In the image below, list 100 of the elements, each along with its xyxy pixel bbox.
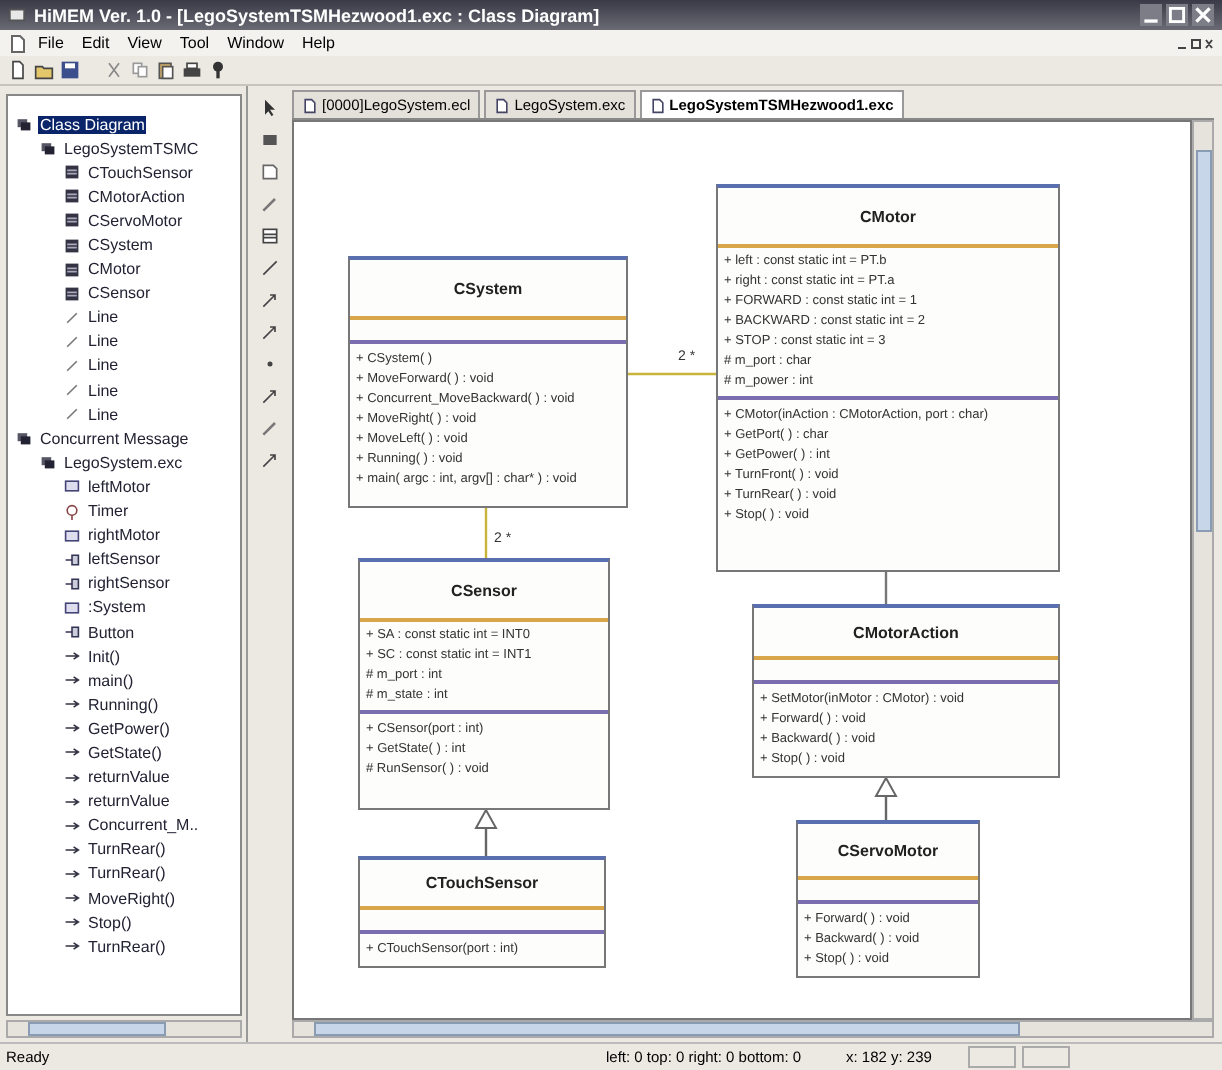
tree-item[interactable]: returnValue	[86, 792, 172, 811]
tree-item[interactable]: LegoSystemTSMC	[62, 139, 201, 158]
document-icon	[649, 97, 666, 113]
open-icon[interactable]	[34, 60, 54, 80]
rectangle-icon[interactable]	[260, 130, 280, 150]
tree-item[interactable]: rightSensor	[86, 574, 172, 593]
tree-item[interactable]: CServoMotor	[86, 211, 185, 230]
tree-item[interactable]: Line	[86, 381, 121, 400]
horizontal-scrollbar[interactable]	[292, 1020, 1214, 1038]
arrow-icon[interactable]	[260, 386, 280, 406]
tree-item[interactable]: LegoSystem.exc	[62, 453, 185, 472]
tree-item[interactable]: Line	[86, 308, 121, 327]
tree-item[interactable]: GetPower()	[86, 719, 172, 738]
menu-item[interactable]: Edit	[81, 34, 110, 52]
sensor-icon	[64, 551, 80, 568]
class-box[interactable]	[716, 184, 1060, 572]
line-icon	[64, 382, 80, 399]
tree-item[interactable]: leftSensor	[86, 550, 163, 569]
message-arrow-icon	[64, 720, 80, 737]
menu-item[interactable]: Help	[302, 34, 335, 52]
paste-icon[interactable]	[156, 60, 176, 80]
close-icon[interactable]	[1192, 4, 1214, 26]
tree-item[interactable]: CTouchSensor	[86, 163, 195, 182]
message-arrow-icon	[64, 648, 80, 665]
tree-item[interactable]: CMotorAction	[86, 187, 187, 206]
line-icon	[64, 357, 80, 374]
class-icon	[64, 164, 80, 181]
class-icon	[64, 212, 80, 229]
arrow-icon[interactable]	[260, 322, 280, 342]
message-arrow-icon	[64, 817, 80, 834]
tree-item[interactable]: Concurrent Message	[38, 429, 191, 448]
tree-item[interactable]: TurnRear()	[86, 840, 168, 859]
tree-item[interactable]: Line	[86, 332, 121, 351]
tree-item[interactable]: CSystem	[86, 236, 155, 255]
menu-item[interactable]: Window	[227, 34, 285, 52]
note-icon[interactable]	[260, 162, 280, 182]
tree-item[interactable]: returnValue	[86, 768, 172, 787]
vertical-scrollbar[interactable]	[1192, 120, 1214, 1020]
tree-item[interactable]: Button	[86, 623, 137, 642]
connector-line	[884, 572, 888, 604]
tree-item[interactable]: :System	[86, 598, 148, 617]
cut-icon[interactable]	[104, 60, 124, 80]
sensor-icon	[64, 575, 80, 592]
object-icon	[64, 478, 80, 495]
print-icon[interactable]	[182, 60, 202, 80]
tree-item[interactable]: Line	[86, 356, 121, 375]
maximize-icon[interactable]	[1166, 4, 1188, 26]
pen-icon[interactable]	[260, 418, 280, 438]
menu-item[interactable]: File	[38, 34, 64, 52]
tree-item[interactable]: main()	[86, 671, 136, 690]
association-line	[484, 508, 488, 558]
timer-icon	[64, 503, 80, 520]
message-arrow-icon	[64, 914, 80, 931]
pointer-icon[interactable]	[260, 98, 280, 118]
tree-item[interactable]: leftMotor	[86, 477, 153, 496]
message-arrow-icon	[64, 744, 80, 761]
message-arrow-icon	[64, 769, 80, 786]
tree-item[interactable]: Init()	[86, 647, 122, 666]
class-icon[interactable]	[260, 226, 280, 246]
document-icon	[302, 97, 318, 113]
inheritance-arrow	[874, 775, 898, 820]
class-icon	[64, 188, 80, 205]
window-controls-icon[interactable]	[1174, 33, 1214, 53]
message-arrow-icon	[64, 841, 80, 858]
message-arrow-icon	[64, 890, 80, 907]
arrow-icon[interactable]	[260, 450, 280, 470]
tree-item[interactable]: TurnRear()	[86, 937, 168, 956]
line-icon[interactable]	[260, 258, 280, 278]
window-title: HiMEM Ver. 1.0 - [LegoSystemTSMHezwood1.exc : Class Diagram]	[34, 5, 600, 25]
status-panel	[1022, 1046, 1070, 1068]
class-name: CMotor	[860, 207, 916, 225]
class-icon	[64, 261, 80, 278]
tree-item[interactable]: CSensor	[86, 284, 153, 303]
line-icon	[64, 406, 80, 423]
arrow-icon[interactable]	[260, 290, 280, 310]
menu-item[interactable]: Tool	[179, 34, 210, 52]
message-arrow-icon	[64, 938, 80, 955]
new-icon[interactable]	[8, 60, 28, 80]
tree-item[interactable]: Stop()	[86, 913, 134, 932]
tree-item[interactable]: TurnRear()	[86, 864, 168, 883]
message-arrow-icon	[64, 672, 80, 689]
save-icon[interactable]	[60, 60, 80, 80]
tree-item[interactable]: GetState()	[86, 743, 164, 762]
tree-item[interactable]: Timer	[86, 502, 131, 521]
tree-item[interactable]: Line	[86, 405, 121, 424]
tree-item[interactable]: Running()	[86, 695, 161, 714]
tree-item[interactable]: Class Diagram	[38, 115, 147, 134]
tree-item[interactable]: rightMotor	[86, 526, 163, 545]
minimize-icon[interactable]	[1140, 4, 1162, 26]
class-icon	[64, 237, 80, 254]
class-name: CSensor	[451, 581, 517, 599]
object-icon	[64, 599, 80, 616]
horizontal-scrollbar[interactable]	[6, 1020, 242, 1038]
document-icon	[494, 97, 511, 113]
menu-item[interactable]: View	[127, 34, 162, 52]
tree-item[interactable]: Concurrent_M..	[86, 816, 201, 835]
tree-item[interactable]: MoveRight()	[86, 889, 178, 908]
message-arrow-icon	[64, 793, 80, 810]
tree-item[interactable]: CMotor	[86, 260, 143, 279]
pen-icon[interactable]	[260, 194, 280, 214]
